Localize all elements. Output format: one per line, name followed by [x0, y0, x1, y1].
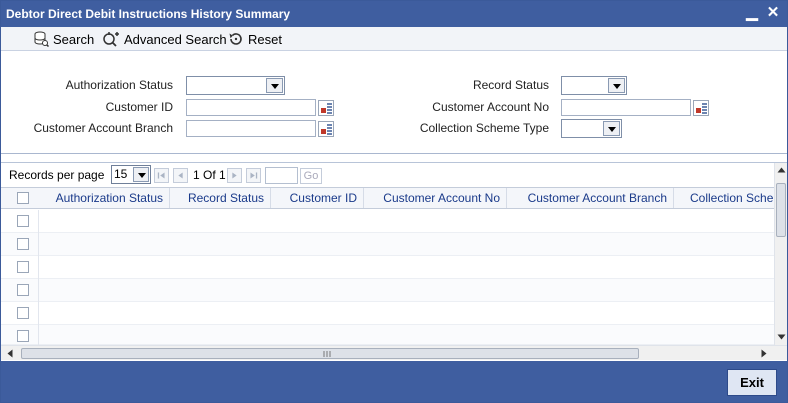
window-title: Debtor Direct Debit Instructions History…: [6, 7, 291, 21]
vertical-scrollbar[interactable]: [774, 163, 787, 345]
scroll-left-icon[interactable]: [6, 349, 14, 358]
scroll-right-icon[interactable]: [760, 349, 768, 358]
minimize-button[interactable]: ▁: [743, 3, 761, 23]
row-checkbox[interactable]: [17, 284, 29, 296]
column-header-customer-id[interactable]: Customer ID: [271, 188, 364, 208]
authorization-status-label: Authorization Status: [65, 78, 173, 92]
search-icon: [34, 31, 49, 47]
page-indicator: 1 Of 1: [193, 168, 226, 182]
horizontal-scroll-thumb[interactable]: [21, 348, 639, 359]
advanced-search-label: Advanced Search: [124, 31, 227, 47]
column-header-customer-account-no[interactable]: Customer Account No: [364, 188, 507, 208]
advanced-search-button[interactable]: Advanced Search: [102, 30, 227, 48]
search-criteria-panel: Authorization Status Customer ID Custome…: [1, 52, 787, 154]
search-label: Search: [53, 31, 95, 47]
table-row[interactable]: [1, 279, 774, 302]
close-button[interactable]: ✕: [764, 3, 782, 23]
records-per-page-label: Records per page: [9, 168, 105, 182]
records-per-page-select[interactable]: 15: [111, 165, 151, 184]
chevron-down-icon: [133, 167, 149, 182]
chevron-down-icon: [603, 121, 620, 136]
toolbar: Search Advanced Search Reset: [1, 27, 787, 51]
scroll-down-icon[interactable]: [777, 333, 786, 341]
record-status-select[interactable]: [561, 76, 627, 95]
footer-bar: Exit: [1, 361, 787, 402]
column-header-record-status[interactable]: Record Status: [170, 188, 271, 208]
reset-icon: [229, 33, 242, 45]
customer-id-lov-icon[interactable]: [318, 100, 334, 116]
horizontal-scrollbar[interactable]: [1, 345, 787, 360]
chevron-down-icon: [608, 78, 625, 93]
customer-id-label: Customer ID: [105, 100, 173, 114]
authorization-status-select[interactable]: [186, 76, 285, 95]
grip-icon: [323, 351, 331, 357]
reset-button[interactable]: Reset: [228, 30, 282, 48]
summary-window: Debtor Direct Debit Instructions History…: [0, 0, 788, 403]
advanced-search-icon: [103, 32, 119, 47]
previous-page-icon[interactable]: [173, 168, 188, 183]
row-checkbox[interactable]: [17, 330, 29, 342]
go-to-page-input[interactable]: [265, 167, 298, 184]
collection-scheme-type-select[interactable]: [561, 119, 622, 138]
go-button[interactable]: Go: [300, 168, 322, 184]
customer-account-branch-label: Customer Account Branch: [33, 121, 173, 135]
table-row[interactable]: [1, 233, 774, 256]
vertical-scroll-thumb[interactable]: [776, 183, 786, 237]
customer-account-branch-lov-icon[interactable]: [318, 121, 334, 137]
results-grid: Records per page 15 1 Of 1 Go Authorizat…: [1, 162, 787, 360]
column-header-authorization-status[interactable]: Authorization Status: [38, 188, 170, 208]
column-header-customer-account-branch[interactable]: Customer Account Branch: [507, 188, 674, 208]
row-checkbox[interactable]: [17, 215, 29, 227]
table-header: Authorization Status Record Status Custo…: [1, 187, 774, 209]
customer-account-no-label: Customer Account No: [432, 100, 549, 114]
last-page-icon[interactable]: [246, 168, 261, 183]
column-header-collection-scheme[interactable]: Collection Sche: [674, 188, 774, 208]
collection-scheme-type-label: Collection Scheme Type: [419, 121, 549, 135]
chevron-down-icon: [266, 78, 283, 93]
table-row[interactable]: [1, 325, 774, 348]
record-status-label: Record Status: [472, 78, 549, 92]
table-row[interactable]: [1, 210, 774, 233]
customer-account-no-lov-icon[interactable]: [693, 100, 709, 116]
table-row[interactable]: [1, 302, 774, 325]
customer-account-no-input[interactable]: [561, 99, 691, 116]
pagination-bar: Records per page 15 1 Of 1 Go: [1, 163, 787, 187]
select-all-checkbox[interactable]: [17, 192, 29, 204]
search-button[interactable]: Search: [33, 30, 94, 48]
customer-id-input[interactable]: [186, 99, 316, 116]
row-checkbox[interactable]: [17, 307, 29, 319]
scroll-up-icon[interactable]: [777, 166, 786, 174]
records-per-page-value: 15: [114, 167, 128, 181]
title-bar[interactable]: Debtor Direct Debit Instructions History…: [1, 1, 787, 27]
customer-account-branch-input[interactable]: [186, 120, 316, 137]
exit-button[interactable]: Exit: [727, 369, 777, 396]
row-checkbox[interactable]: [17, 261, 29, 273]
first-page-icon[interactable]: [154, 168, 169, 183]
next-page-icon[interactable]: [227, 168, 242, 183]
table-row[interactable]: [1, 256, 774, 279]
row-checkbox[interactable]: [17, 238, 29, 250]
reset-label: Reset: [248, 31, 282, 47]
